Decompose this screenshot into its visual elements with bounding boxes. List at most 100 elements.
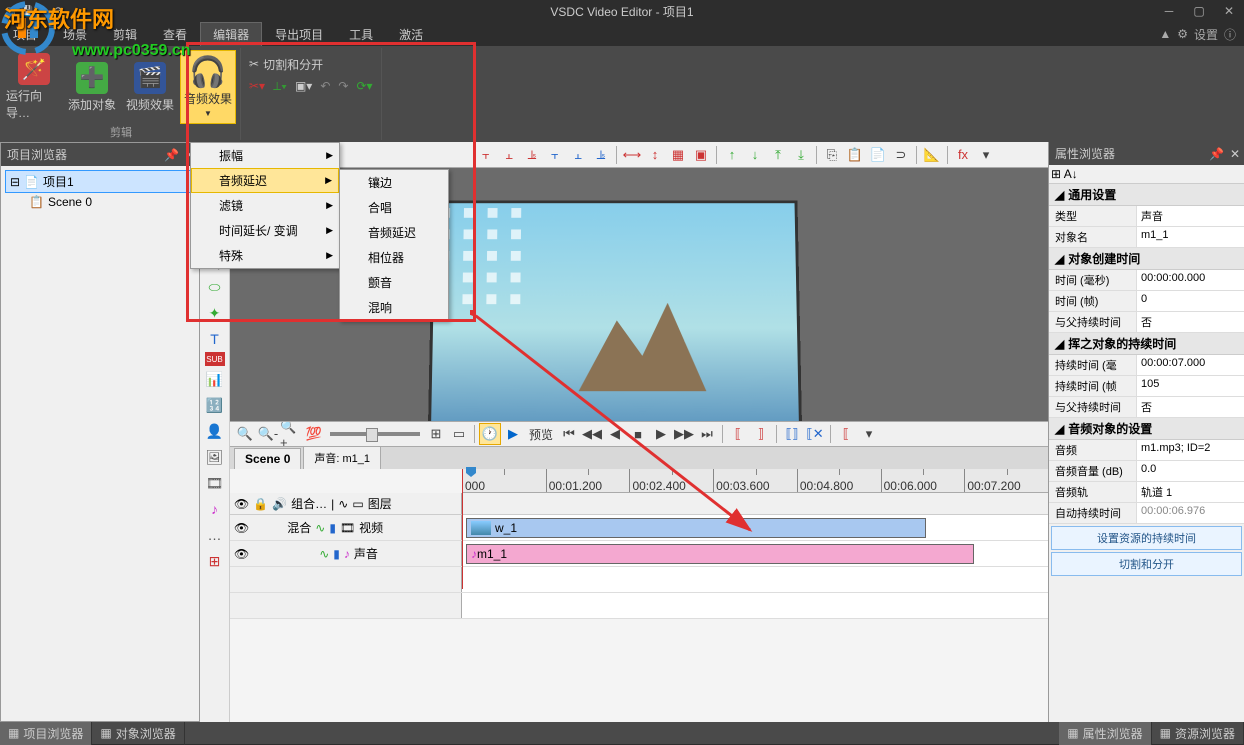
vt-subtitle-icon[interactable]: SUB — [205, 352, 225, 366]
tl-mode-icon[interactable]: ▭ — [448, 423, 470, 445]
tb-copy-icon[interactable]: ⎘ — [821, 144, 843, 166]
tl-stepfw-icon[interactable]: ▶ — [650, 423, 672, 445]
wave-icon[interactable]: ∿ — [319, 547, 329, 561]
tl-zoomfit-icon[interactable]: 🔍 — [234, 423, 256, 445]
crop-icon[interactable]: ▣▾ — [295, 79, 312, 93]
tb-front-icon[interactable]: ⤒ — [767, 144, 789, 166]
vt-grid-icon[interactable]: ⊞ — [202, 548, 228, 574]
tb-down-icon[interactable]: ↓ — [744, 144, 766, 166]
prop-audio-val[interactable]: m1.mp3; ID=2 — [1137, 440, 1244, 460]
menu-time-pitch[interactable]: 时间延长/ 变调▶ — [191, 218, 339, 243]
tb-back-icon[interactable]: ⤓ — [790, 144, 812, 166]
menu-editor[interactable]: 编辑器 — [200, 22, 262, 46]
tb-align-left-icon[interactable]: ⫟ — [475, 144, 497, 166]
tree-project[interactable]: ⊟ 📄 项目1 — [5, 170, 195, 193]
tl-stepback-icon[interactable]: ◀ — [604, 423, 626, 445]
vt-ellipse-icon[interactable]: ⬭ — [202, 274, 228, 300]
tl-last-icon[interactable]: ⏭ — [696, 423, 718, 445]
ribbon-audio-fx[interactable]: 🎧 音频效果 ▼ — [180, 50, 236, 124]
vt-mask-icon[interactable]: 👤 — [202, 418, 228, 444]
menu-view[interactable]: 查看 — [150, 22, 200, 46]
clip-video[interactable]: w_1 — [466, 518, 926, 538]
tl-cut-icon[interactable]: ⟦ — [835, 423, 857, 445]
maximize-button[interactable]: ▢ — [1184, 1, 1214, 21]
bottom-tab-resource[interactable]: ▦资源浏览器 — [1152, 722, 1244, 745]
tl-clock-icon[interactable]: 🕐 — [479, 423, 501, 445]
tl-zoomout-icon[interactable]: 🔍- — [257, 423, 279, 445]
prop-name-val[interactable]: m1_1 — [1137, 227, 1244, 247]
prop-durms-val[interactable]: 00:00:07.000 — [1137, 355, 1244, 375]
section-create[interactable]: ◢对象创建时间 — [1049, 248, 1244, 270]
ribbon-wizard[interactable]: 🪄 运行向导… — [6, 50, 62, 124]
wave-icon[interactable]: ∿ — [338, 497, 348, 511]
prop-timems-val[interactable]: 00:00:00.000 — [1137, 270, 1244, 290]
prop-track-val[interactable]: 轨道 1 — [1137, 482, 1244, 502]
tl-first-icon[interactable]: ⏮ — [558, 423, 580, 445]
vt-video-icon[interactable]: 🎞 — [202, 470, 228, 496]
tb-ruler-icon[interactable]: 📐 — [921, 144, 943, 166]
split-icon[interactable]: ⟂▾ — [273, 79, 287, 94]
tl-markout-icon[interactable]: ⟧ — [750, 423, 772, 445]
tb-height-icon[interactable]: ↕ — [644, 144, 666, 166]
tl-more-icon[interactable]: ▾ — [858, 423, 880, 445]
prop-parent1-val[interactable]: 否 — [1137, 312, 1244, 332]
lock-icon[interactable]: 🔒 — [253, 497, 268, 511]
prop-vol-val[interactable]: 0.0 — [1137, 461, 1244, 481]
prop-parent2-val[interactable]: 否 — [1137, 397, 1244, 417]
info-icon[interactable]: ⓘ — [1224, 26, 1236, 43]
rotate-right-icon[interactable]: ↷ — [338, 79, 348, 93]
section-duration[interactable]: ◢挥之对象的持续时间 — [1049, 333, 1244, 355]
submenu-audio-delay[interactable]: 音频延迟 — [340, 220, 448, 245]
eye-icon[interactable]: 👁 — [234, 547, 249, 561]
expand-icon[interactable]: ⊟ — [10, 175, 20, 189]
bar-icon[interactable]: ▮ — [329, 521, 336, 535]
menu-filter[interactable]: 滤镜▶ — [191, 193, 339, 218]
gear-icon[interactable]: ⚙ — [1177, 27, 1188, 41]
vt-text-icon[interactable]: T — [202, 326, 228, 352]
tb-up-icon[interactable]: ↑ — [721, 144, 743, 166]
pin-icon[interactable]: 📌 — [1209, 147, 1224, 161]
tb-fit-icon[interactable]: ▣ — [690, 144, 712, 166]
tb-width-icon[interactable]: ⟷ — [621, 144, 643, 166]
tl-stop-icon[interactable]: ■ — [627, 423, 649, 445]
minimize-button[interactable]: ─ — [1154, 1, 1184, 21]
prop-timef-val[interactable]: 0 — [1137, 291, 1244, 311]
vt-image-icon[interactable]: 🖼 — [202, 444, 228, 470]
timeline-ruler[interactable]: 000 00:01.200 00:02.400 00:03.600 00:04.… — [462, 469, 1048, 493]
tb-align-bot-icon[interactable]: ⫡ — [590, 144, 612, 166]
ribbon-video-fx[interactable]: 🎬 视频效果 — [122, 50, 178, 124]
cut-icon[interactable]: ✂▾ — [249, 79, 265, 93]
vt-counter-icon[interactable]: 🔢 — [202, 392, 228, 418]
settings-label[interactable]: 设置 — [1194, 26, 1218, 43]
rotate-left-icon[interactable]: ↶ — [320, 79, 330, 93]
tb-align-center-icon[interactable]: ⫠ — [498, 144, 520, 166]
pin-icon[interactable]: 📌 — [164, 148, 179, 162]
menu-amplitude[interactable]: 振幅▶ — [191, 143, 339, 168]
menu-special[interactable]: 特殊▶ — [191, 243, 339, 268]
menu-activate[interactable]: 激活 — [386, 22, 436, 46]
tl-snap-icon[interactable]: ⊞ — [425, 423, 447, 445]
close-button[interactable]: ✕ — [1214, 1, 1244, 21]
tb-dropdown-icon[interactable]: ▾ — [975, 144, 997, 166]
menu-audio-delay[interactable]: 音频延迟▶ — [191, 168, 339, 193]
tl-prev-icon[interactable]: ◀◀ — [581, 423, 603, 445]
clip-audio[interactable]: ♪ m1_1 — [466, 544, 974, 564]
prop-type-val[interactable]: 声音 — [1137, 206, 1244, 226]
submenu-phaser[interactable]: 相位器 — [340, 245, 448, 270]
category-icon[interactable]: ⊞ — [1051, 167, 1061, 181]
bottom-tab-object[interactable]: ▦对象浏览器 — [92, 722, 184, 745]
menu-clip[interactable]: 剪辑 — [100, 22, 150, 46]
sound-icon[interactable]: 🔊 — [272, 497, 287, 511]
compose-label[interactable]: 组合… — [291, 495, 327, 512]
tb-align-right-icon[interactable]: ⫡ — [521, 144, 543, 166]
submenu-chorus[interactable]: 合唱 — [340, 195, 448, 220]
vt-chart-icon[interactable]: 📊 — [202, 366, 228, 392]
bottom-tab-project[interactable]: ▦项目浏览器 — [0, 722, 92, 745]
vt-audio-icon[interactable]: ♪ — [202, 496, 228, 522]
tab-audio[interactable]: 声音: m1_1 — [303, 446, 381, 469]
refresh-icon[interactable]: ⟳▾ — [356, 79, 372, 93]
tl-region-icon[interactable]: ⟦⟧ — [781, 423, 803, 445]
tree-scene[interactable]: 📋 Scene 0 — [5, 193, 195, 211]
menu-scene[interactable]: 场景 — [50, 22, 100, 46]
vt-freeform-icon[interactable]: ✦ — [202, 300, 228, 326]
